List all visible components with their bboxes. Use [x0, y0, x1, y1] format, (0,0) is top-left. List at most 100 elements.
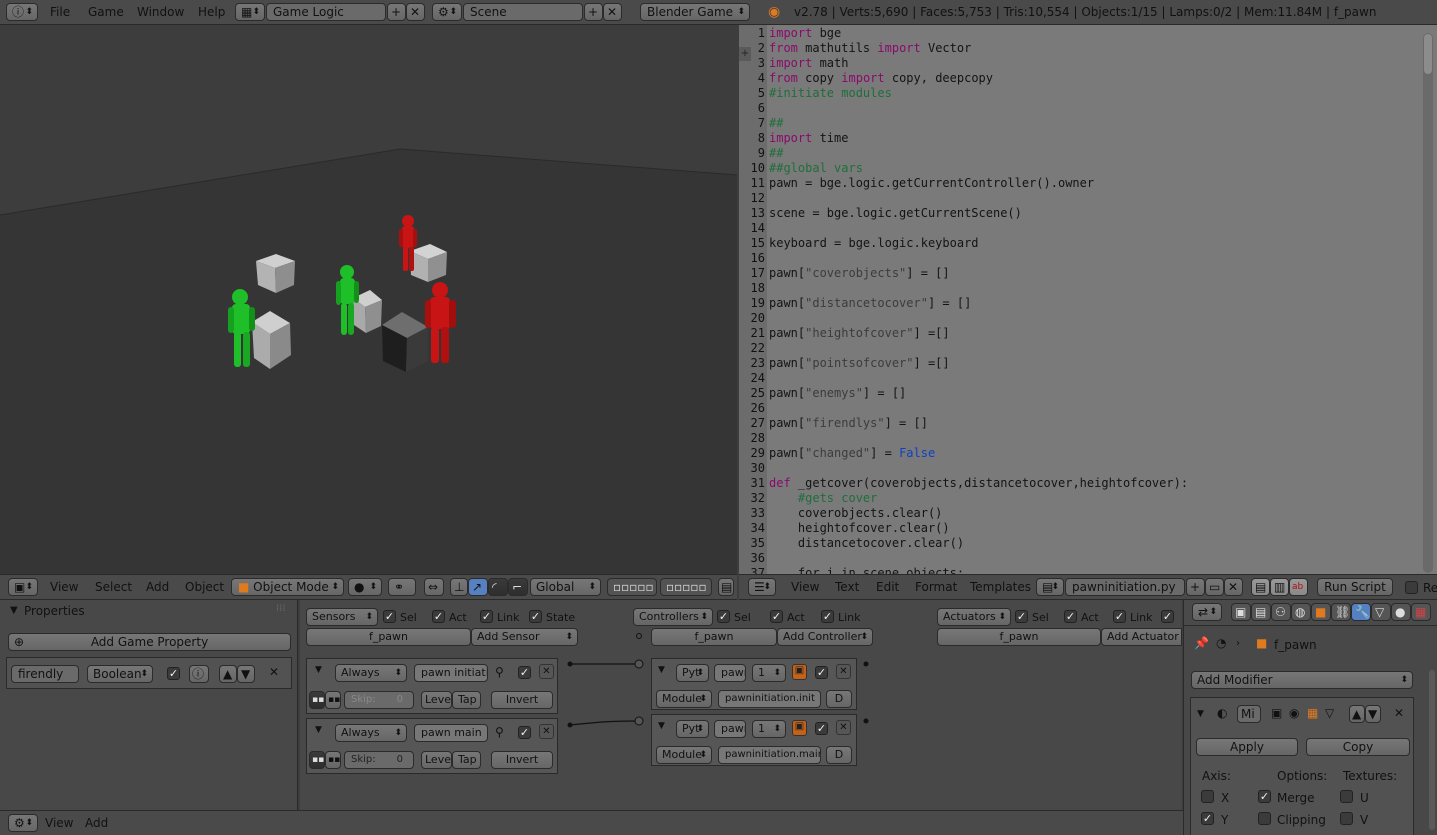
menu-logic-view[interactable]: View	[45, 811, 73, 835]
menu-templates[interactable]: Templates	[970, 575, 1031, 600]
sensors-act-checkbox[interactable]: ✓	[432, 610, 445, 623]
tab-modifiers-icon[interactable]: 🔧	[1351, 603, 1371, 621]
editor-type-info-button[interactable]: ⓘ ⬍	[6, 3, 38, 21]
sensor-2-false-pulse-button[interactable]: ▪▪▪	[325, 751, 341, 769]
controller-1-collapse-icon[interactable]: ▼	[658, 665, 665, 675]
actuators-act-checkbox[interactable]: ✓	[1064, 610, 1077, 623]
controller-1-name-field[interactable]: pawn	[714, 664, 746, 682]
code-line[interactable]: pawn["coverobjects"] = []	[769, 266, 950, 280]
sensor-1-active-checkbox[interactable]: ✓	[518, 666, 531, 679]
axis-x-checkbox[interactable]	[1201, 790, 1214, 803]
sensors-object-button[interactable]: f_pawn	[306, 628, 471, 646]
editor-scrollbar-thumb[interactable]	[1424, 34, 1432, 74]
unlink-text-button[interactable]: ✕	[1224, 578, 1243, 596]
sensor-1-true-pulse-button[interactable]: ▪▪▪	[309, 691, 325, 709]
modifier-cage-icon[interactable]: ▽	[1325, 706, 1334, 720]
sensor-1-remove-icon[interactable]: ✕	[539, 664, 554, 679]
modifier-move-up-button[interactable]: ▲	[1349, 705, 1365, 723]
clipping-checkbox[interactable]	[1258, 812, 1271, 825]
texture-v-checkbox[interactable]	[1340, 812, 1353, 825]
modifier-render-icon[interactable]: ▣	[1271, 706, 1282, 720]
add-modifier-select[interactable]: Add Modifier ⬍	[1191, 671, 1413, 689]
modifier-viewport-icon[interactable]: ◉	[1289, 706, 1299, 720]
properties-collapse-icon[interactable]: ▼	[10, 605, 18, 616]
sensor-1-tap-button[interactable]: Tap	[452, 691, 481, 709]
rotate-manipulator[interactable]: ◜	[488, 578, 508, 596]
sensors-state-checkbox[interactable]: ✓	[529, 610, 542, 623]
scene-field[interactable]: Scene	[463, 3, 583, 21]
sensor-1-name-field[interactable]: pawn initiation	[414, 664, 488, 682]
add-screen-button[interactable]: +	[387, 3, 406, 21]
code-line[interactable]: import time	[769, 131, 848, 145]
property-value-checkbox[interactable]: ✓	[167, 667, 180, 680]
sensor-2-level-button[interactable]: Level	[421, 751, 452, 769]
property-remove-icon[interactable]: ✕	[269, 665, 279, 679]
sensor-2-invert-button[interactable]: Invert	[491, 751, 553, 769]
menu-select[interactable]: Select	[95, 575, 132, 600]
editor-type-logic-button[interactable]: ⚙ ⬍	[8, 814, 38, 832]
manipulator-toggle[interactable]: ⊥	[450, 578, 468, 596]
tab-render-layers-icon[interactable]: ▤	[1251, 603, 1271, 621]
sensor-1-pin-icon[interactable]: ⚲	[495, 665, 504, 679]
tab-render-icon[interactable]: ▣	[1231, 603, 1251, 621]
controllers-sel-checkbox[interactable]: ✓	[717, 610, 730, 623]
text-filename-field[interactable]: pawninitiation.py	[1065, 578, 1185, 596]
screen-layout-field[interactable]: Game Logic	[266, 3, 386, 21]
add-controller-select[interactable]: Add Controller ⬍	[777, 628, 873, 646]
code-line[interactable]: ##global vars	[769, 161, 863, 175]
object-mode-select[interactable]: ■ Object Mode ⬍	[231, 578, 344, 596]
properties-scrollbar[interactable]	[1429, 670, 1435, 830]
transform-orientation-select[interactable]: Global ⬍	[530, 578, 601, 596]
delete-scene-button[interactable]: ✕	[603, 3, 622, 21]
controller-2-state-select[interactable]: 1 ⬍	[752, 720, 786, 738]
layers-group-2[interactable]: ▫▫▫▫▫	[660, 578, 712, 596]
texture-u-checkbox[interactable]	[1340, 790, 1353, 803]
word-wrap-toggle[interactable]: ▥	[1270, 578, 1289, 596]
code-line[interactable]: pawn["firendlys"] = []	[769, 416, 928, 430]
sensor-2-active-checkbox[interactable]: ✓	[518, 726, 531, 739]
controller-2-debug-button[interactable]: D	[826, 746, 852, 764]
line-numbers-toggle[interactable]: ▤	[1251, 578, 1270, 596]
code-line[interactable]: coverobjects.clear()	[769, 506, 943, 520]
pin-icon[interactable]: 📌	[1194, 636, 1209, 650]
code-line[interactable]: pawn["changed"] = False	[769, 446, 935, 460]
code-line[interactable]: distancetocover.clear()	[769, 536, 964, 550]
actuators-link-checkbox[interactable]: ✓	[1113, 610, 1126, 623]
properties-drag-handle[interactable]: ⁞⁞⁞	[276, 603, 286, 614]
scale-manipulator[interactable]: ⌐	[508, 578, 528, 596]
editor-scrollbar[interactable]	[1423, 33, 1433, 573]
menu-edit[interactable]: Edit	[876, 575, 899, 600]
code-line[interactable]: import bge	[769, 26, 841, 40]
actuators-object-button[interactable]: f_pawn	[937, 628, 1101, 646]
open-text-button[interactable]: ▭	[1205, 578, 1224, 596]
code-line[interactable]: ##	[769, 146, 783, 160]
delete-screen-button[interactable]: ✕	[406, 3, 425, 21]
controller-2-module-field[interactable]: pawninitiation.main	[718, 746, 821, 764]
lock-layers-button[interactable]: ▤	[718, 578, 734, 596]
axis-y-checkbox[interactable]: ✓	[1201, 812, 1214, 825]
snap-icon-button[interactable]: ⇔	[424, 578, 444, 596]
modifier-collapse-icon[interactable]: ▼	[1197, 709, 1204, 719]
editor-type-properties-button[interactable]: ⇄ ⬍	[1192, 603, 1222, 621]
editor-type-3d-button[interactable]: ▣ ⬍	[8, 578, 38, 596]
menu-game[interactable]: Game	[88, 0, 124, 24]
code-line[interactable]: #initiate modules	[769, 86, 892, 100]
menu-format[interactable]: Format	[915, 575, 957, 600]
add-sensor-select[interactable]: Add Sensor ⬍	[471, 628, 578, 646]
register-checkbox[interactable]	[1405, 581, 1418, 594]
text-editor[interactable]: 1 2 3 4 5 6 7 8 9 10 11 12 13 14 15 16 17 18 19 20 21 22 23 24 2…	[739, 25, 1437, 574]
property-name-field[interactable]: firendly	[11, 665, 79, 683]
sensor-2-remove-icon[interactable]: ✕	[539, 724, 554, 739]
run-script-button[interactable]: Run Script	[1317, 578, 1393, 596]
controller-2-priority-icon[interactable]: ▣	[792, 720, 807, 736]
tab-object-icon[interactable]: ■	[1311, 603, 1331, 621]
controller-2-type-select[interactable]: Pyt ⬍	[676, 720, 709, 738]
code-line[interactable]: from mathutils import Vector	[769, 41, 971, 55]
modifier-move-down-button[interactable]: ▼	[1365, 705, 1381, 723]
sensor-1-invert-button[interactable]: Invert	[491, 691, 553, 709]
sensors-link-checkbox[interactable]: ✓	[480, 610, 493, 623]
tab-world-icon[interactable]: ◍	[1291, 603, 1311, 621]
modifier-name-field[interactable]: Mi	[1237, 705, 1261, 723]
render-engine-select[interactable]: Blender Game ⬍	[640, 3, 750, 21]
menu-object[interactable]: Object	[185, 575, 224, 600]
